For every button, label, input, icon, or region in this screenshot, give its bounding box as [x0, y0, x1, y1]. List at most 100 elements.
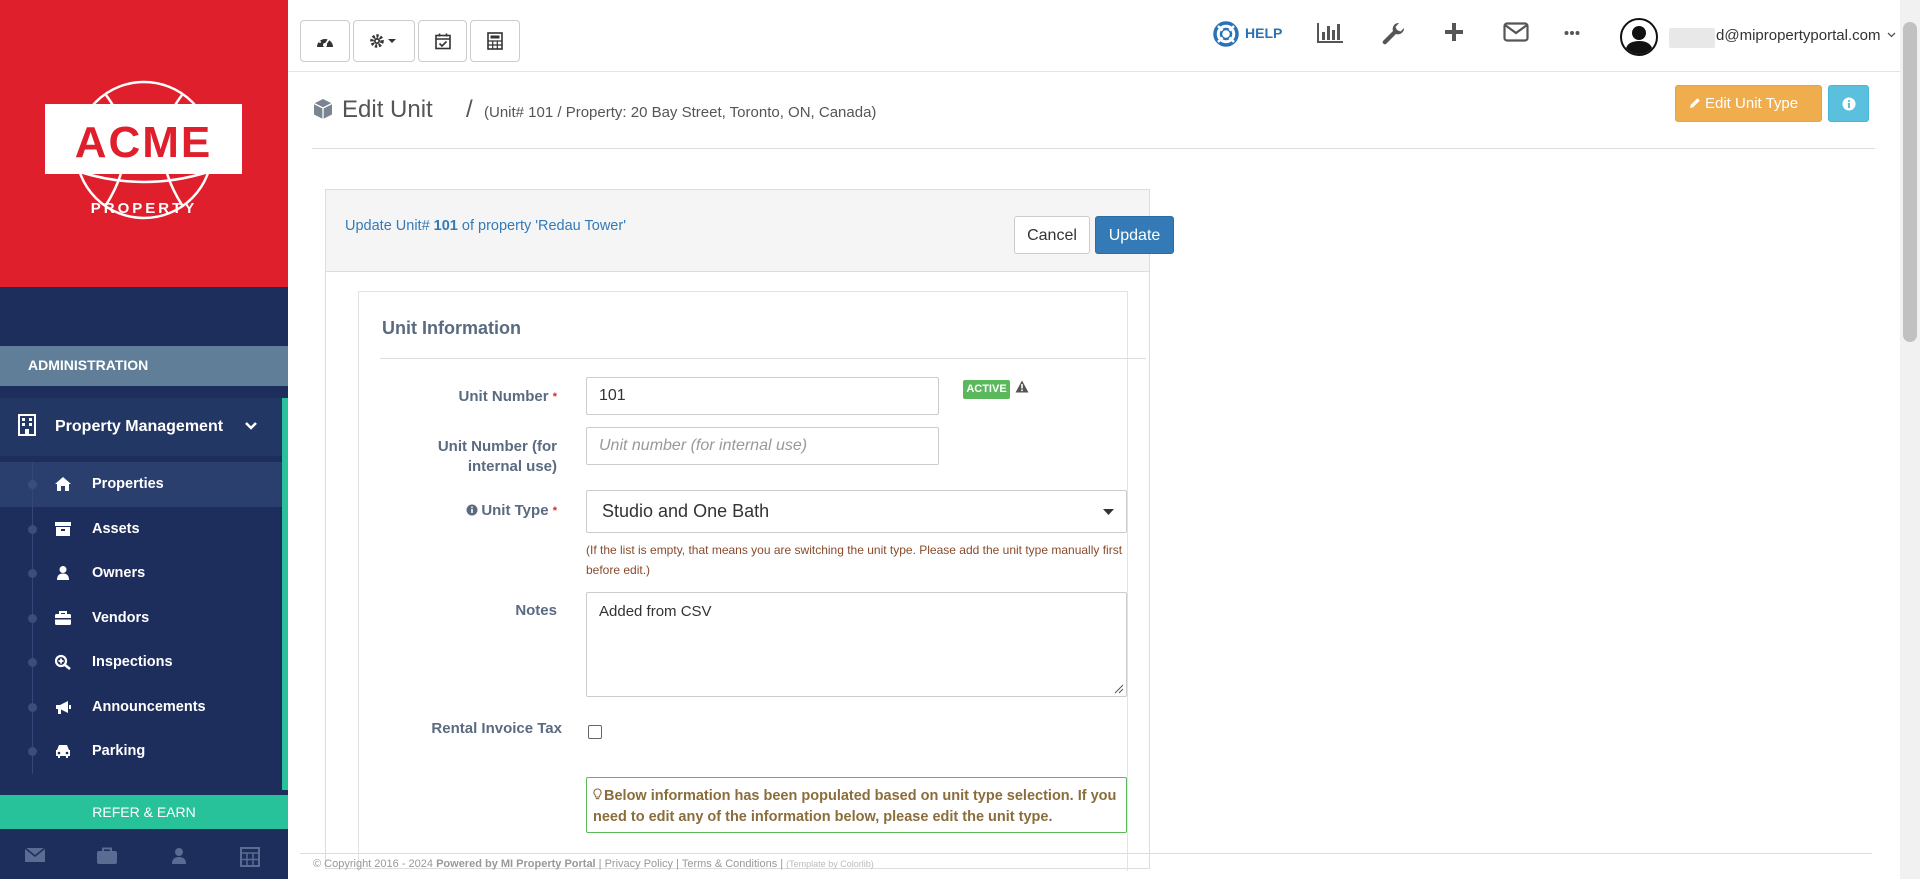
gear-icon	[370, 34, 396, 48]
car-icon	[56, 745, 70, 758]
sidebar-item-label: Owners	[92, 565, 146, 581]
sidebar-nav: Properties Assets Owners Vendors Inspect…	[0, 462, 282, 774]
unit-number-input[interactable]: 101	[586, 377, 939, 415]
calculator-button[interactable]	[470, 20, 520, 62]
sidebar-item-parking[interactable]: Parking	[0, 729, 282, 774]
help-label: HELP	[1245, 25, 1283, 41]
archive-icon	[55, 521, 71, 536]
sidebar-item-owners[interactable]: Owners	[0, 551, 282, 596]
info-circle-icon	[466, 504, 478, 516]
title-separator: /	[466, 96, 473, 123]
footer-powered-link[interactable]: Powered by MI Property Portal	[436, 858, 596, 870]
building-icon	[18, 414, 36, 436]
rental-tax-checkbox[interactable]	[588, 725, 602, 739]
sidebar-item-vendors[interactable]: Vendors	[0, 595, 282, 640]
sidebar-item-label: Properties	[92, 476, 164, 492]
panel-heading: Update Unit# 101 of property 'Redau Towe…	[326, 190, 1174, 272]
user-icon	[57, 566, 69, 580]
sidebar-section-property-management[interactable]: Property Management	[0, 398, 282, 456]
panel-heading-prefix: Update Unit#	[345, 218, 434, 234]
panel-heading-unit: 101	[433, 218, 458, 234]
more-icon[interactable]	[1564, 30, 1580, 36]
briefcase-icon[interactable]	[96, 847, 118, 865]
user-menu-dropdown[interactable]: d@mipropertyportal.com	[1716, 27, 1896, 44]
edit-unit-type-button[interactable]: Edit Unit Type	[1675, 85, 1822, 122]
unit-type-label: Unit Type *	[382, 501, 557, 521]
warning-icon[interactable]	[1015, 380, 1029, 393]
footer-template-credit: (Template by Colorlib)	[786, 859, 874, 869]
sidebar-item-properties[interactable]: Properties	[0, 462, 282, 507]
unit-number-label-text: Unit Number	[458, 388, 549, 405]
calculator-icon	[487, 32, 503, 50]
sidebar-item-inspections[interactable]: Inspections	[0, 640, 282, 685]
unit-type-selected: Studio and One Bath	[602, 501, 770, 521]
unit-type-label-text: Unit Type	[481, 502, 549, 519]
panel-heading-suffix: of property 'Redau Tower'	[457, 218, 626, 234]
header-divider	[312, 148, 1875, 149]
pencil-icon	[1690, 98, 1700, 108]
plus-icon[interactable]	[1444, 22, 1464, 42]
notes-value: Added from CSV	[599, 603, 712, 620]
sidebar-item-announcements[interactable]: Announcements	[0, 684, 282, 729]
scrollbar-thumb[interactable]	[1903, 22, 1917, 342]
cancel-button[interactable]: Cancel	[1014, 216, 1090, 254]
required-marker: *	[552, 505, 557, 517]
wrench-icon[interactable]	[1382, 22, 1406, 46]
notes-textarea[interactable]: Added from CSV	[586, 592, 1127, 697]
page-title: Edit Unit	[342, 96, 433, 123]
sidebar-item-label: Assets	[92, 520, 140, 537]
chevron-down-icon	[1887, 32, 1896, 38]
dashboard-icon	[317, 37, 333, 47]
resize-grip-icon[interactable]	[1114, 684, 1124, 694]
sidebar-section-label: Property Management	[55, 418, 224, 435]
cube-icon	[313, 99, 333, 119]
update-button[interactable]: Update	[1095, 216, 1174, 254]
footer-copyright: © Copyright 2016 - 2024	[313, 858, 437, 870]
panel-heading-text: Update Unit# 101 of property 'Redau Towe…	[345, 218, 626, 234]
calculator-icon[interactable]	[240, 847, 260, 867]
unit-type-select[interactable]: Studio and One Bath	[586, 490, 1127, 533]
sidebar-item-assets[interactable]: Assets	[0, 506, 282, 551]
internal-number-input[interactable]: Unit number (for internal use)	[586, 427, 939, 465]
logo-subtitle: PROPERTY	[90, 200, 198, 217]
sidebar-item-label: Parking	[92, 743, 146, 759]
sidebar: ACME PROPERTY ADMINISTRATION Property Ma…	[0, 0, 288, 879]
bar-chart-icon[interactable]	[1316, 22, 1344, 44]
user-email: d@mipropertyportal.com	[1716, 27, 1881, 44]
life-ring-icon	[1213, 21, 1239, 47]
logo[interactable]: ACME PROPERTY	[0, 0, 288, 287]
info-icon	[1842, 97, 1856, 111]
section-title: Unit Information	[382, 318, 521, 338]
info-button[interactable]	[1828, 85, 1869, 122]
admin-section-label: ADMINISTRATION	[0, 346, 288, 386]
search-plus-icon	[54, 654, 71, 670]
user-icon[interactable]	[170, 847, 188, 865]
alert-text: Below information has been populated bas…	[593, 788, 1117, 825]
sidebar-item-label: Vendors	[92, 609, 150, 626]
calendar-check-icon	[434, 33, 451, 50]
breadcrumb: (Unit# 101 / Property: 20 Bay Street, To…	[484, 104, 877, 121]
top-navbar: HELP d@mipropertyportal.com	[288, 0, 1900, 72]
required-marker: *	[552, 391, 557, 403]
unit-type-help-text: (If the list is empty, that means you ar…	[586, 543, 1123, 577]
avatar[interactable]	[1620, 18, 1658, 56]
dashboard-button[interactable]	[300, 20, 350, 62]
settings-dropdown-button[interactable]	[353, 20, 415, 62]
footer-links[interactable]: | Privacy Policy | Terms & Conditions |	[596, 858, 787, 870]
logo-text: ACME	[74, 118, 213, 167]
user-avatar-icon	[1625, 26, 1653, 54]
envelope-icon[interactable]	[1503, 22, 1529, 42]
footer-divider	[300, 853, 1872, 854]
home-icon	[55, 477, 71, 491]
section-divider	[380, 358, 1146, 359]
calendar-button[interactable]	[418, 20, 467, 62]
internal-number-label: Unit Number (for internal use)	[437, 438, 557, 475]
sidebar-item-label: Announcements	[92, 698, 206, 715]
status-badge: ACTIVE	[963, 380, 1010, 399]
email-redacted	[1669, 28, 1715, 48]
caret-down-icon	[1103, 509, 1114, 515]
refer-earn-button[interactable]: REFER & EARN	[0, 795, 288, 829]
briefcase-icon	[55, 610, 71, 625]
lightbulb-icon	[593, 788, 602, 800]
envelope-icon[interactable]	[24, 847, 46, 863]
